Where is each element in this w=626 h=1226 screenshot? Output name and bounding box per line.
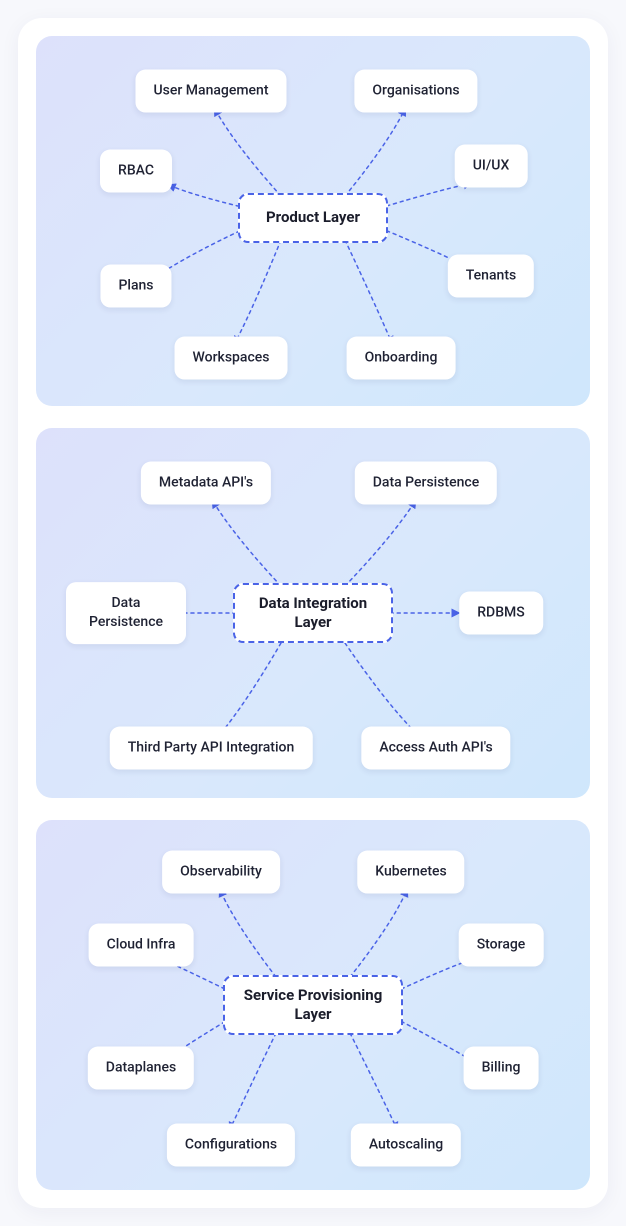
node-rdbms: RDBMS	[459, 592, 543, 635]
node-data-persistence-left: Data Persistence	[66, 582, 186, 644]
node-third-party-api: Third Party API Integration	[110, 727, 313, 770]
node-dataplanes: Dataplanes	[88, 1047, 194, 1090]
node-metadata-apis: Metadata API's	[141, 462, 271, 505]
node-rbac: RBAC	[100, 150, 172, 193]
hub-service-provisioning-layer: Service Provisioning Layer	[223, 975, 403, 1035]
panel-service-provisioning-layer: Service Provisioning Layer Observability…	[36, 820, 590, 1190]
node-access-auth-apis: Access Auth API's	[361, 727, 510, 770]
hub-product-layer: Product Layer	[238, 193, 388, 243]
node-tenants: Tenants	[448, 255, 534, 298]
node-billing: Billing	[464, 1047, 539, 1090]
node-observability: Observability	[162, 851, 280, 894]
hub-data-integration-layer: Data Integration Layer	[233, 583, 393, 643]
node-storage: Storage	[459, 924, 544, 967]
node-organisations: Organisations	[354, 70, 477, 113]
node-autoscaling: Autoscaling	[351, 1124, 461, 1167]
panel-data-integration-layer: Data Integration Layer Metadata API's Da…	[36, 428, 590, 798]
node-configurations: Configurations	[167, 1124, 295, 1167]
node-data-persistence-top: Data Persistence	[355, 462, 497, 505]
node-user-management: User Management	[135, 70, 286, 113]
node-workspaces: Workspaces	[175, 337, 288, 380]
diagram-card: Product Layer User Management Organisati…	[18, 18, 608, 1208]
node-onboarding: Onboarding	[347, 337, 456, 380]
node-cloud-infra: Cloud Infra	[89, 924, 194, 967]
node-plans: Plans	[100, 265, 171, 308]
node-kubernetes: Kubernetes	[357, 851, 464, 894]
panel-product-layer: Product Layer User Management Organisati…	[36, 36, 590, 406]
node-uiux: UI/UX	[455, 145, 528, 188]
